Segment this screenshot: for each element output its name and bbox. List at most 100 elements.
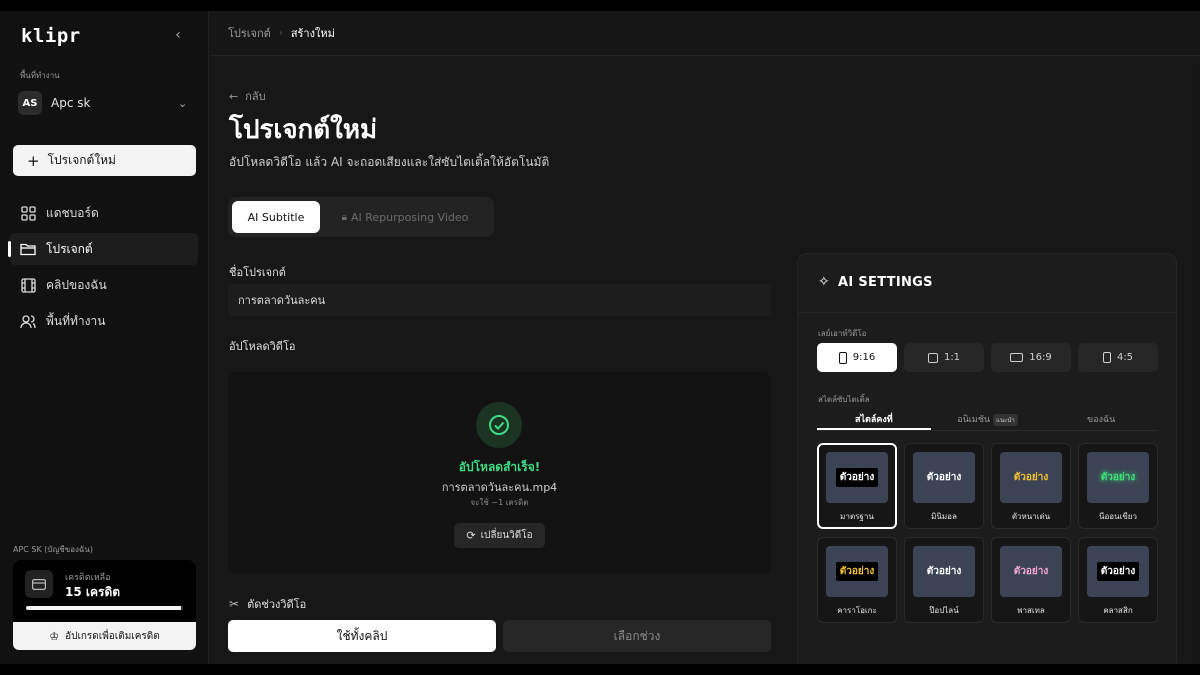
- style-grid: ตัวอย่าง มาตรฐาน ตัวอย่าง มินิมอล ตัวอย่าง ตั…: [817, 443, 1162, 623]
- main-content: ← กลับ โปรเจกต์ใหม่ อัปโหลดวิดีโอ แล้ว A…: [210, 57, 1200, 664]
- scrollbar[interactable]: [1190, 67, 1200, 664]
- breadcrumb-current: สร้างใหม่: [290, 27, 335, 40]
- select-range-button[interactable]: เลือกช่วง: [503, 620, 771, 652]
- new-project-button[interactable]: + โปรเจกต์ใหม่: [13, 145, 196, 176]
- scissors-icon: ✂: [229, 597, 240, 611]
- tab-animated-styles[interactable]: อนิเมชัน แนะนำ: [931, 409, 1045, 430]
- use-full-clip-button[interactable]: ใช้ทั้งคลิป: [228, 620, 496, 652]
- credit-card-icon: [25, 570, 53, 598]
- style-option[interactable]: ตัวอย่าง มาตรฐาน: [817, 443, 897, 529]
- uploaded-file-name: การตลาดวันละคน.mp4: [441, 481, 558, 494]
- layout-1-1-button[interactable]: 1:1: [904, 343, 984, 372]
- style-option[interactable]: ตัวอย่างตัวหนาเด่น: [991, 443, 1071, 529]
- credit-cost: จะใช้ ~1 เครดิต: [470, 498, 529, 507]
- square-icon: [927, 352, 938, 363]
- workspace-switcher[interactable]: AS Apc sk ⌄: [18, 91, 190, 115]
- ai-settings-panel: ✧ AI SETTINGS เลย์เอาท์วิดีโอ 9:16 1:1 1…: [797, 253, 1177, 664]
- style-option[interactable]: ตัวอย่างพาสเทล: [991, 537, 1071, 623]
- workspace-name: Apc sk: [51, 96, 91, 110]
- app-window: klipr ‹ พื้นที่ทำงาน AS Apc sk ⌄ + โปรเจ…: [0, 11, 1200, 664]
- sidebar-item-label: คลิปของฉัน: [46, 277, 107, 292]
- layout-label: เลย์เอาท์วิดีโอ: [818, 329, 867, 338]
- dashboard-icon: [20, 205, 36, 221]
- refresh-icon: ⟳: [466, 529, 476, 542]
- style-name: มาตรฐาน: [840, 512, 874, 521]
- credits-progress-fill: [26, 606, 182, 610]
- upgrade-button[interactable]: ♔ อัปเกรดเพื่อเติมเครดิต: [13, 622, 196, 650]
- sidebar-nav: แดชบอร์ด โปรเจกต์ คลิปของฉัน พื้นที่ทำงา…: [8, 197, 198, 341]
- tab-static-styles[interactable]: สไตล์คงที่: [817, 409, 931, 430]
- tab-my-styles[interactable]: ของฉัน: [1044, 409, 1158, 430]
- style-option[interactable]: ตัวอย่างคาราโอเกะ: [817, 537, 897, 623]
- workspace-avatar: AS: [18, 91, 42, 115]
- style-sample-text: ตัวอย่าง: [835, 562, 879, 581]
- page-title: โปรเจกต์ใหม่: [229, 115, 378, 145]
- tab-animated-label: อนิเมชัน: [957, 415, 991, 425]
- breadcrumb-projects[interactable]: โปรเจกต์: [228, 24, 271, 42]
- lock-icon: 🔒︎: [341, 211, 347, 223]
- credits-card: เครดิตเหลือ 15 เครดิต: [13, 560, 196, 622]
- tab-ai-subtitle[interactable]: AI Subtitle: [232, 201, 320, 233]
- monitor-icon: [1010, 353, 1024, 362]
- layout-4-5-button[interactable]: 4:5: [1078, 343, 1158, 372]
- sidebar-item-workspace[interactable]: พื้นที่ทำงาน: [10, 305, 198, 337]
- project-name-input[interactable]: [228, 284, 771, 316]
- layout-16-9-button[interactable]: 16:9: [991, 343, 1071, 372]
- layout-label-4-5: 4:5: [1116, 352, 1134, 363]
- style-name: คาราโอเกะ: [837, 606, 877, 615]
- credits-value: 15 เครดิต: [65, 585, 121, 599]
- new-project-label: โปรเจกต์ใหม่: [47, 153, 116, 167]
- sidebar-item-my-clips[interactable]: คลิปของฉัน: [10, 269, 198, 301]
- style-preview: ตัวอย่าง: [1087, 452, 1149, 503]
- subtitle-style-label: สไตล์ซับไตเติ้ล: [818, 395, 870, 404]
- film-icon: [20, 277, 36, 293]
- divider: [798, 312, 1176, 313]
- app-logo[interactable]: klipr: [21, 25, 81, 47]
- back-label: กลับ: [245, 90, 266, 103]
- layout-label-16-9: 16:9: [1029, 352, 1052, 363]
- style-sample-text: ตัวอย่าง: [926, 472, 962, 483]
- style-preview: ตัวอย่าง: [913, 452, 975, 503]
- chevron-right-icon: ›: [278, 27, 283, 39]
- credits-label: เครดิตเหลือ: [65, 573, 111, 583]
- workspace-label: พื้นที่ทำงาน: [20, 71, 60, 80]
- sidebar-item-label: โปรเจกต์: [46, 241, 93, 256]
- trim-section-label: ✂ ตัดช่วงวิดีโอ: [229, 595, 306, 613]
- style-tabs: สไตล์คงที่ อนิเมชัน แนะนำ ของฉัน: [817, 409, 1158, 431]
- style-sample-text: ตัวอย่าง: [926, 566, 962, 577]
- style-name: นีออนเขียว: [1099, 512, 1137, 521]
- sidebar-item-dashboard[interactable]: แดชบอร์ด: [10, 197, 198, 229]
- style-option[interactable]: ตัวอย่าง คลาสสิก: [1078, 537, 1158, 623]
- style-preview: ตัวอย่าง: [1000, 452, 1062, 503]
- style-preview: ตัวอย่าง: [913, 546, 975, 597]
- sidebar-item-projects[interactable]: โปรเจกต์: [8, 233, 198, 265]
- ai-settings-title-text: AI SETTINGS: [838, 274, 933, 290]
- style-option[interactable]: ตัวอย่างมินิมอล: [904, 443, 984, 529]
- style-option[interactable]: ตัวอย่างนีออนเขียว: [1078, 443, 1158, 529]
- style-name: พาสเทล: [1017, 606, 1045, 615]
- style-name: ป๊อปไลน์: [929, 606, 959, 615]
- mode-tabs: AI Subtitle 🔒︎ AI Repurposing Video: [228, 197, 494, 237]
- page-subtitle: อัปโหลดวิดีโอ แล้ว AI จะถอดเสียงและใส่ซั…: [229, 155, 550, 169]
- style-preview: ตัวอย่าง: [1000, 546, 1062, 597]
- replace-video-button[interactable]: ⟳ เปลี่ยนวิดีโอ: [454, 523, 545, 548]
- layout-label-9-16: 9:16: [852, 352, 876, 363]
- style-name: มินิมอล: [931, 512, 957, 521]
- upload-label: อัปโหลดวิดีโอ: [229, 340, 296, 353]
- upgrade-label: อัปเกรดเพื่อเติมเครดิต: [65, 630, 160, 642]
- users-icon: [20, 313, 36, 329]
- plus-icon: +: [27, 151, 40, 170]
- chevron-left-icon[interactable]: ‹: [170, 27, 186, 43]
- project-name-label: ชื่อโปรเจกต์: [229, 266, 286, 279]
- replace-video-label: เปลี่ยนวิดีโอ: [480, 530, 533, 541]
- upload-dropzone[interactable]: อัปโหลดสำเร็จ! การตลาดวันละคน.mp4 จะใช้ …: [228, 372, 771, 574]
- style-option[interactable]: ตัวอย่างป๊อปไลน์: [904, 537, 984, 623]
- layout-9-16-button[interactable]: 9:16: [817, 343, 897, 372]
- back-link[interactable]: ← กลับ: [229, 87, 266, 105]
- recommended-badge: แนะนำ: [993, 413, 1018, 426]
- sidebar: klipr ‹ พื้นที่ทำงาน AS Apc sk ⌄ + โปรเจ…: [0, 11, 209, 664]
- folder-icon: [20, 241, 36, 257]
- tab-ai-repurposing[interactable]: 🔒︎ AI Repurposing Video: [320, 201, 490, 233]
- sidebar-item-label: แดชบอร์ด: [46, 205, 99, 220]
- style-name: ตัวหนาเด่น: [1011, 512, 1051, 521]
